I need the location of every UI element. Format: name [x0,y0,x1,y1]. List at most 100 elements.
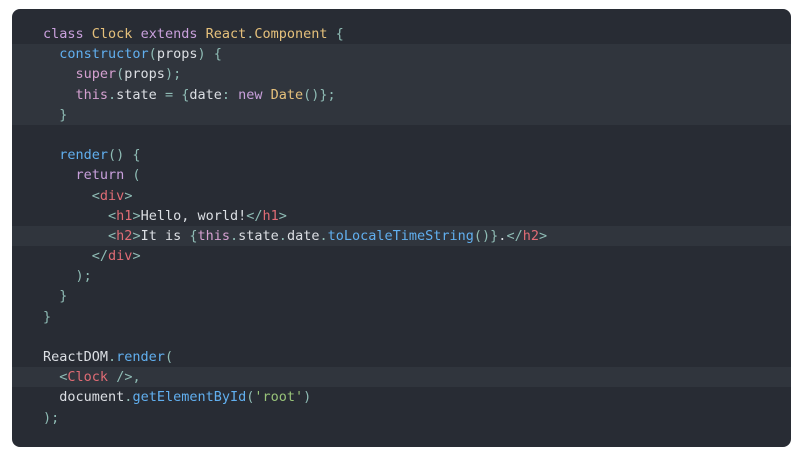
code-token: } [59,288,68,305]
code-line[interactable]: <h2>It is {this.state.date.toLocaleTimeS… [12,225,791,247]
code-token: new [238,86,271,103]
code-token: . [319,227,328,244]
code-token: date [189,86,222,103]
code-token: render [116,349,165,365]
code-line[interactable]: document.getElementById('root') [12,387,791,407]
code-line[interactable]: ); [12,266,791,286]
code-token: Clock [67,369,117,386]
code-line[interactable]: <h1>Hello, world!</h1> [12,206,791,226]
code-token: ); [164,66,182,83]
code-token: > [132,227,141,244]
code-token: < [108,207,117,224]
code-token: h1 [262,207,279,224]
code-token: . [230,227,239,244]
code-token: ); [75,268,92,285]
code-block[interactable]: class Clock extends React.Component { co… [12,24,791,428]
code-token: It is [140,227,190,244]
code-token: props [124,66,165,83]
code-token: < [108,227,117,244]
code-token: . [278,227,287,244]
code-token: getElementById [132,389,247,406]
code-token: div [99,187,125,204]
code-token: > [538,227,548,244]
code-token: h2 [522,227,539,244]
code-line[interactable]: super(props); [12,64,791,85]
code-token: extends [140,26,206,42]
code-token: > [132,207,141,224]
code-token: { [335,26,344,42]
code-line[interactable]: ); [12,408,791,428]
code-line[interactable] [12,125,791,145]
code-token: } [59,106,68,123]
code-line[interactable]: ReactDOM.render( [12,347,791,367]
code-token: ); [43,409,60,426]
code-token: () { [108,147,141,164]
code-token: 'root' [254,389,304,406]
code-token: super [75,66,117,83]
code-token: render [59,147,109,164]
code-token: ()}; [303,86,336,103]
code-token: </ [91,248,109,265]
code-line[interactable]: } [12,307,791,327]
code-token: { [189,227,198,244]
code-token: this [75,86,109,103]
code-editor[interactable]: class Clock extends React.Component { co… [12,9,791,447]
code-line[interactable]: } [12,286,791,306]
code-token: h1 [116,207,133,224]
code-token: </ [246,207,263,224]
code-line[interactable]: render() { [12,145,791,165]
code-token: : [221,86,239,103]
code-line[interactable]: </div> [12,246,791,266]
code-token: ReactDOM [43,349,109,365]
code-token: . [108,86,117,103]
code-line[interactable] [12,327,791,347]
code-line[interactable]: return ( [12,165,791,185]
code-token: . [108,349,117,365]
code-token: props [156,46,198,63]
code-token: ( [132,167,141,184]
code-token: > [278,207,287,224]
code-token: state [116,86,165,103]
code-token: ( [148,46,157,63]
code-token: Date [270,86,304,103]
code-line[interactable]: constructor(props) { [12,44,791,65]
code-token: ( [164,349,174,365]
code-token: = { [164,86,190,103]
code-token: ) { [197,46,222,63]
code-token: ) [303,389,312,406]
code-token: > [124,187,133,204]
code-token: state [238,227,279,244]
code-token: h2 [116,227,133,244]
code-token: document [59,389,125,406]
code-line[interactable]: } [12,104,791,125]
code-token: />, [116,369,141,386]
code-line[interactable]: class Clock extends React.Component { [12,24,791,44]
code-token: React [205,26,247,42]
code-token: > [132,248,141,265]
code-token: } [43,308,52,325]
code-line[interactable]: <Clock />, [12,367,791,388]
code-token: ()} [473,227,499,244]
code-line[interactable]: <div> [12,186,791,206]
code-token: </ [506,227,523,244]
code-token: constructor [59,46,149,63]
code-token: div [108,248,133,265]
code-token: < [91,187,100,204]
code-line[interactable]: this.state = {date: new Date()}; [12,84,791,105]
code-token: date [286,227,320,244]
code-token: this [197,227,231,244]
code-token: toLocaleTimeString [327,227,474,244]
